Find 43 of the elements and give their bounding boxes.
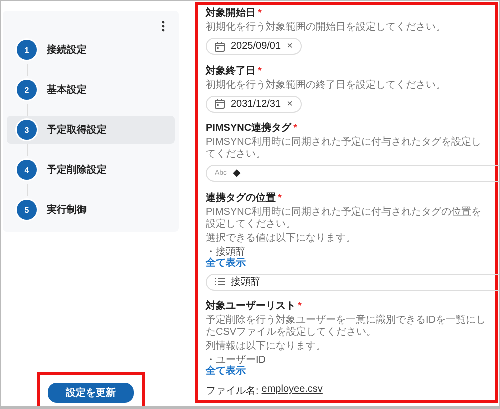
- field-description: 予定削除を行う対象ユーザーを一意に識別できるIDを一覧にしたCSVファイルを設定してください。: [206, 315, 487, 339]
- step-item[interactable]: 2 基本設定: [7, 76, 175, 104]
- field-description: PIMSYNC利用時に同期された予定に付与されたタグの位置を設定してください。: [206, 206, 483, 230]
- select-field[interactable]: 接頭辞: [206, 274, 499, 290]
- step-label: 接続設定: [47, 43, 87, 57]
- step-label: 予定取得設定: [47, 123, 107, 137]
- field-description: 選択できる値は以下になります。: [206, 232, 356, 244]
- field-title: 連携タグの位置 *: [206, 192, 282, 204]
- option-value: ・ユーザーID: [206, 355, 266, 366]
- step-label: 実行制御: [47, 203, 87, 217]
- step-number: 1: [17, 40, 37, 60]
- step-number: 5: [17, 200, 37, 220]
- step-number: 4: [17, 160, 37, 180]
- field-description: 列情報は以下になります。: [206, 341, 326, 353]
- field-title: 対象終了日 *: [206, 64, 262, 78]
- calendar-icon: [215, 99, 225, 109]
- show-all-link[interactable]: 全て表示: [206, 258, 246, 270]
- step-label: 基本設定: [47, 83, 87, 97]
- date-field[interactable]: 2031/12/31 ×: [206, 96, 302, 112]
- step-item[interactable]: 3 予定取得設定: [7, 116, 175, 144]
- clear-icon[interactable]: ×: [287, 41, 293, 52]
- date-field[interactable]: 2025/09/01 ×: [206, 38, 302, 55]
- step-number: 2: [17, 80, 37, 100]
- field-title: PIMSYNC連携タグ *: [206, 122, 298, 135]
- more-options-icon[interactable]: [162, 21, 165, 32]
- step-label: 予定削除設定: [47, 163, 107, 177]
- field-title: 対象ユーザーリスト *: [206, 300, 302, 313]
- file-name-label: ファイル名:: [206, 385, 259, 398]
- calendar-icon: [215, 42, 225, 52]
- field-title: 対象開始日 *: [206, 7, 262, 20]
- field-description: 初期化を行う対象範囲の終了日を設定してください。: [206, 80, 446, 92]
- field-description: PIMSYNC利用時に同期された予定に付与されたタグを設定してください。: [206, 137, 483, 161]
- show-all-link[interactable]: 全て表示: [206, 366, 246, 378]
- field-description: 初期化を行う対象範囲の開始日を設定してください。: [206, 22, 446, 34]
- clear-icon[interactable]: ×: [287, 98, 293, 110]
- update-settings-button[interactable]: 設定を更新: [48, 383, 134, 403]
- step-item[interactable]: 1 接続設定: [7, 36, 175, 64]
- list-icon: [215, 278, 225, 286]
- step-item[interactable]: 4 予定削除設定: [7, 156, 175, 184]
- step-number: 3: [17, 120, 37, 140]
- option-value: ・接頭辞: [206, 246, 246, 258]
- file-link[interactable]: employee.csv: [262, 384, 323, 398]
- step-item[interactable]: 5 実行制御: [7, 196, 175, 224]
